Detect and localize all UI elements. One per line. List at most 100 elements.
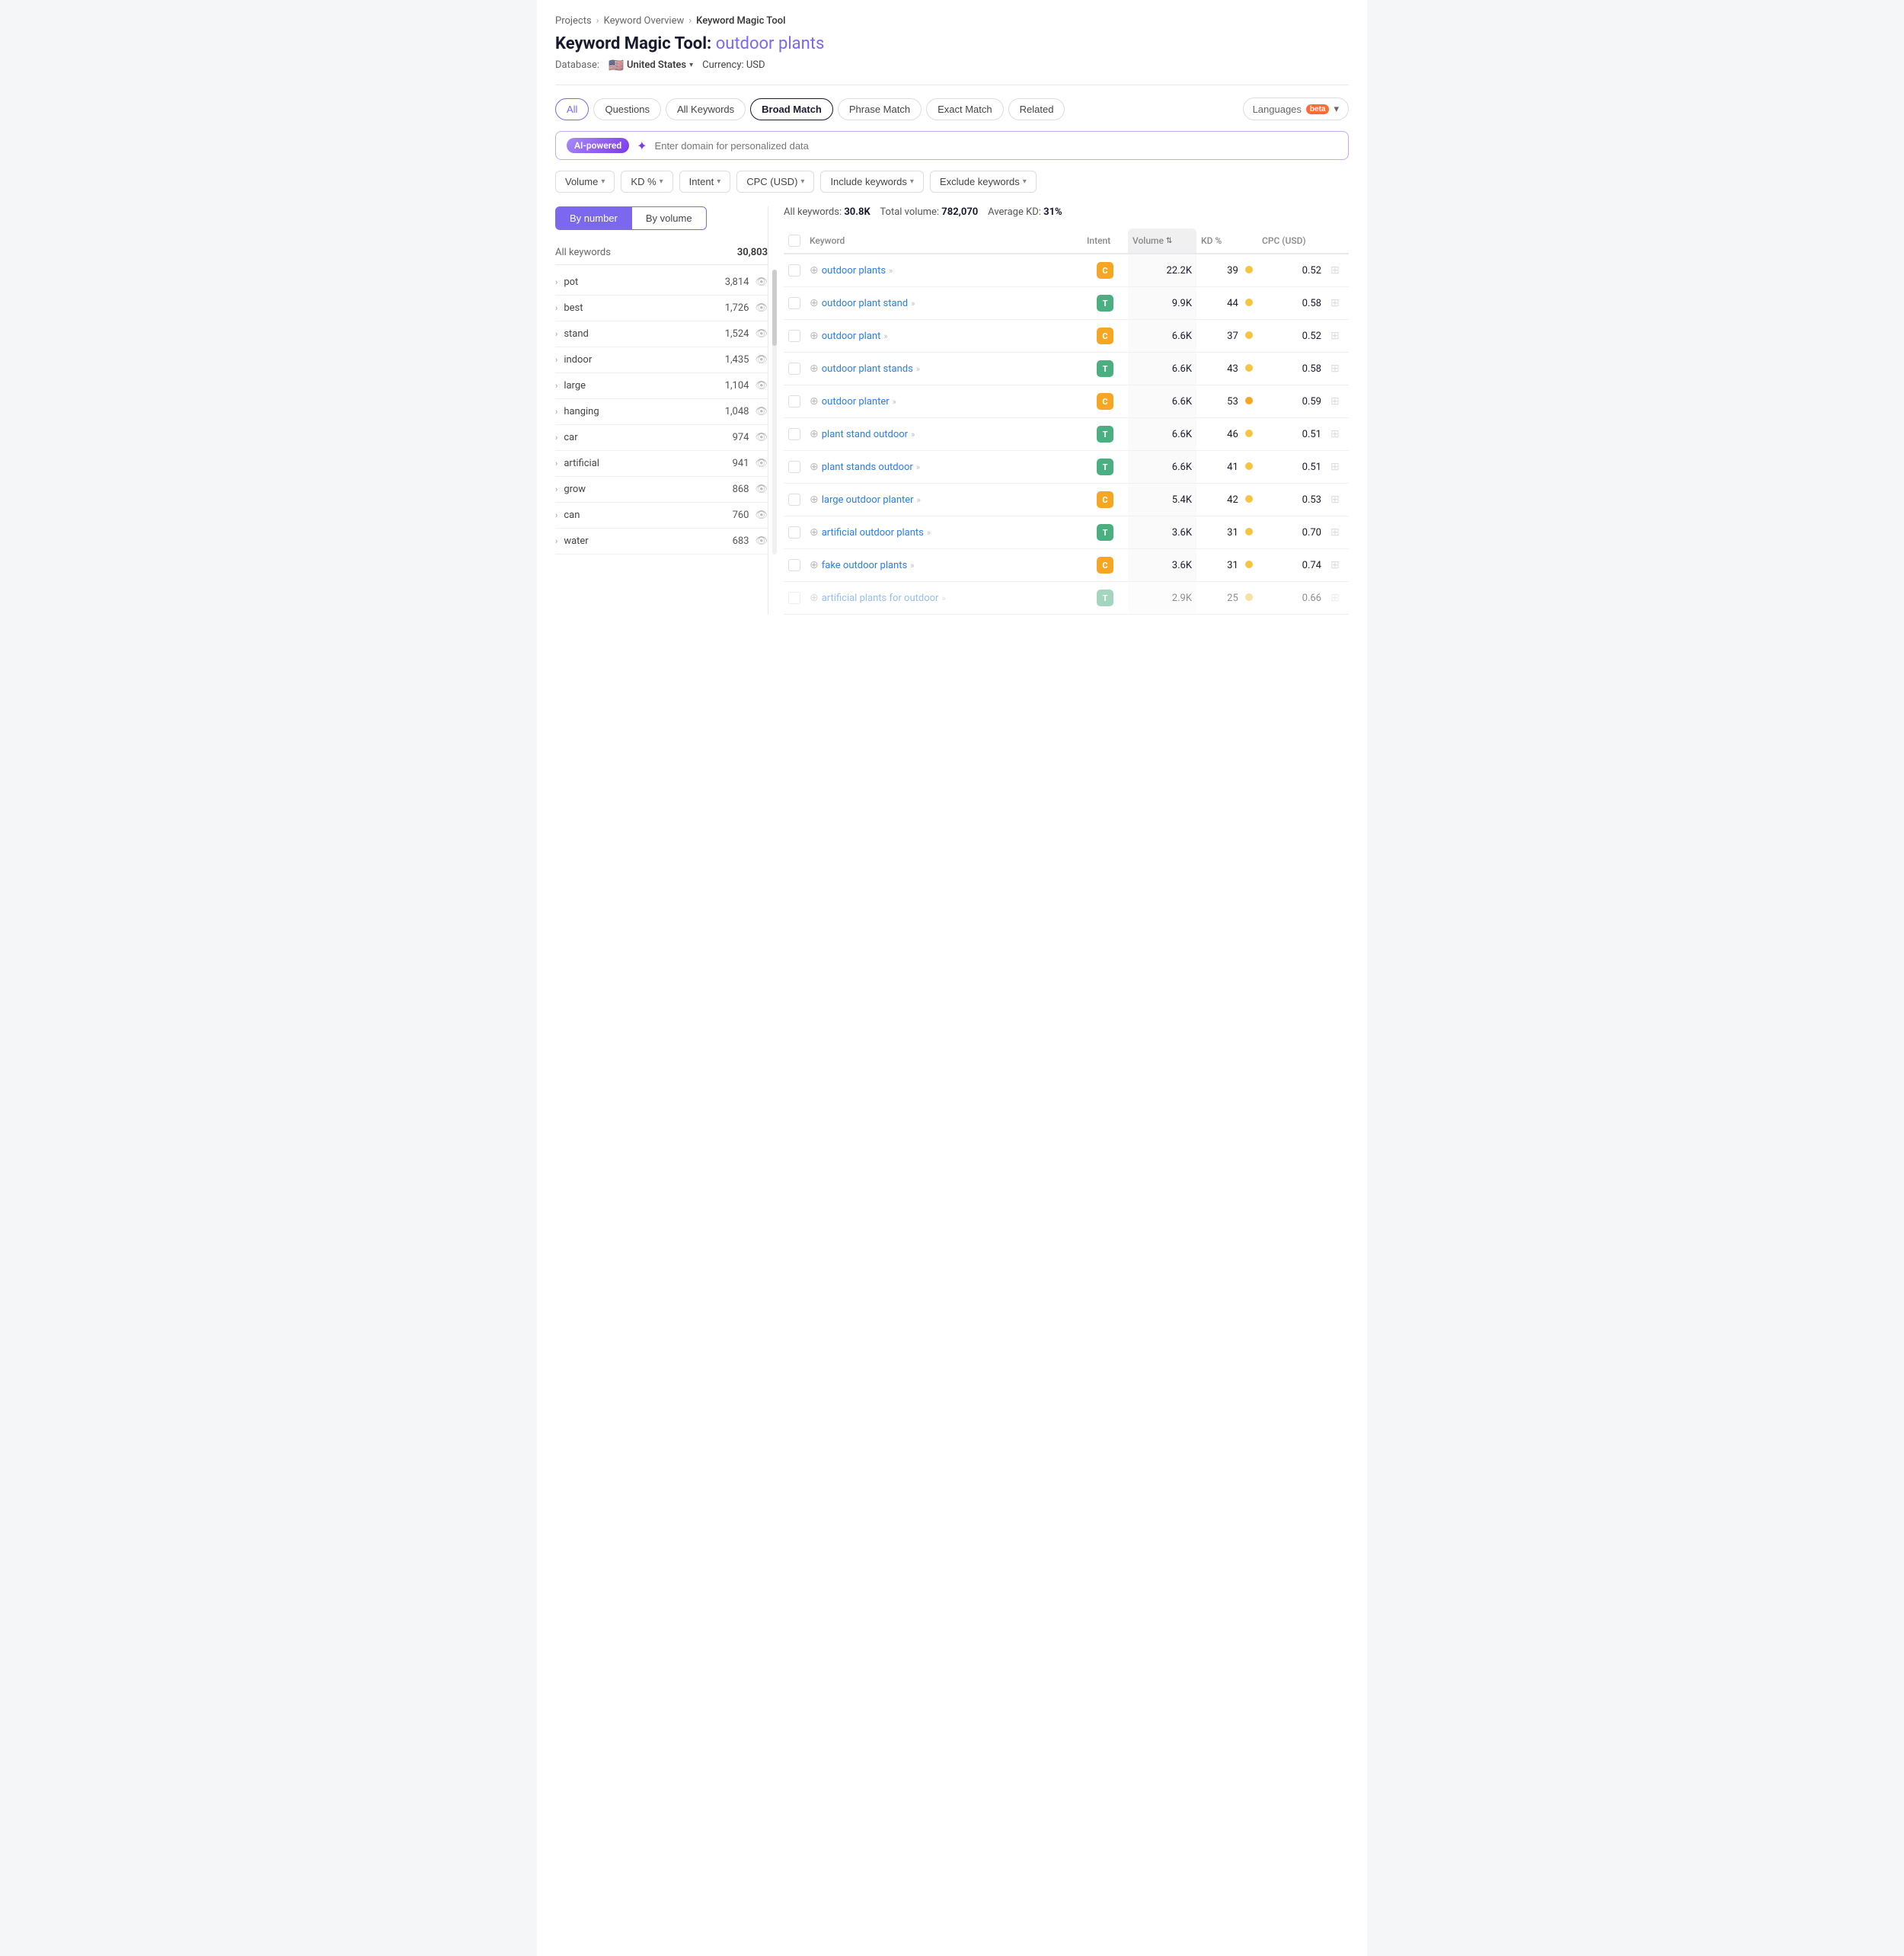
row-checkbox[interactable] [788, 264, 800, 276]
volume-cell: 6.6K [1128, 451, 1196, 484]
eye-icon[interactable]: 👁 [755, 328, 768, 340]
eye-icon[interactable]: 👁 [755, 354, 768, 366]
eye-icon[interactable]: 👁 [755, 406, 768, 417]
tab-questions[interactable]: Questions [593, 98, 661, 120]
row-action-icon[interactable]: ⊞ [1331, 592, 1340, 604]
eye-icon[interactable]: 👁 [755, 302, 768, 314]
row-action-icon[interactable]: ⊞ [1331, 559, 1340, 571]
keyword-link[interactable]: ⊕ large outdoor planter » [810, 494, 1078, 506]
filter-include-keywords[interactable]: Include keywords ▾ [820, 171, 923, 193]
sidebar-item[interactable]: › artificial 941 👁 [555, 451, 768, 477]
db-selector[interactable]: 🇺🇸 United States ▾ [609, 58, 693, 72]
eye-icon[interactable]: 👁 [755, 510, 768, 521]
intent-cell: T [1082, 582, 1128, 615]
row-action-icon[interactable]: ⊞ [1331, 461, 1340, 473]
tab-phrase-match[interactable]: Phrase Match [838, 98, 922, 120]
ai-domain-input[interactable] [655, 140, 1337, 152]
tab-related[interactable]: Related [1008, 98, 1065, 120]
row-checkbox[interactable] [788, 428, 800, 440]
eye-icon[interactable]: 👁 [755, 458, 768, 469]
keyword-link[interactable]: ⊕ outdoor plant » [810, 330, 1078, 342]
row-checkbox[interactable] [788, 461, 800, 473]
tab-all[interactable]: All [555, 98, 589, 120]
sidebar-item[interactable]: › can 760 👁 [555, 503, 768, 529]
breadcrumb-projects[interactable]: Projects [555, 15, 592, 27]
languages-button[interactable]: Languages beta ▾ [1243, 97, 1349, 120]
sidebar-item[interactable]: › large 1,104 👁 [555, 373, 768, 399]
row-checkbox[interactable] [788, 592, 800, 604]
row-action-icon[interactable]: ⊞ [1331, 494, 1340, 506]
filter-cpc[interactable]: CPC (USD) ▾ [736, 171, 814, 193]
all-keywords-value: 30.8K [844, 206, 870, 218]
eye-icon[interactable]: 👁 [755, 380, 768, 392]
row-action-icon[interactable]: ⊞ [1331, 264, 1340, 276]
sidebar-item-count: 1,104 [725, 380, 749, 392]
chevron-right-icon: › [555, 329, 557, 339]
row-checkbox[interactable] [788, 559, 800, 571]
row-action-icon[interactable]: ⊞ [1331, 363, 1340, 375]
scroll-thumb[interactable] [772, 270, 777, 346]
tab-all-keywords[interactable]: All Keywords [666, 98, 746, 120]
toggle-by-volume[interactable]: By volume [631, 206, 707, 230]
row-action-icon[interactable]: ⊞ [1331, 395, 1340, 408]
row-checkbox[interactable] [788, 526, 800, 539]
tabs-row: All Questions All Keywords Broad Match P… [555, 97, 1349, 120]
eye-icon[interactable]: 👁 [755, 432, 768, 443]
keyword-link[interactable]: ⊕ artificial plants for outdoor » [810, 592, 1078, 604]
eye-icon[interactable]: 👁 [755, 535, 768, 547]
arrow-icon: » [911, 299, 915, 308]
filter-exclude-keywords[interactable]: Exclude keywords ▾ [930, 171, 1037, 193]
select-all-checkbox[interactable] [788, 235, 800, 247]
eye-icon[interactable]: 👁 [755, 276, 768, 288]
row-checkbox[interactable] [788, 363, 800, 375]
cpc-cell: 0.52 [1257, 254, 1326, 287]
th-volume[interactable]: Volume ⇅ [1128, 229, 1196, 254]
keyword-link[interactable]: ⊕ outdoor plant stands » [810, 363, 1078, 375]
row-action-icon[interactable]: ⊞ [1331, 526, 1340, 539]
keyword-link[interactable]: ⊕ outdoor plant stand » [810, 297, 1078, 309]
sidebar-item[interactable]: › grow 868 👁 [555, 477, 768, 503]
table-row: ⊕ outdoor plant stands » T 6.6K 43 0.58 … [784, 353, 1349, 385]
sidebar-toggle: By number By volume [555, 206, 768, 230]
filter-volume[interactable]: Volume ▾ [555, 171, 615, 193]
keyword-link[interactable]: ⊕ outdoor plants » [810, 264, 1078, 276]
sidebar-item[interactable]: › best 1,726 👁 [555, 296, 768, 321]
intent-cell: C [1082, 484, 1128, 516]
sidebar-scroll-area: › pot 3,814 👁 › best 1,726 👁 › stand 1,5… [555, 270, 768, 555]
all-keywords-label: All keywords: [784, 206, 842, 218]
row-checkbox[interactable] [788, 297, 800, 309]
sidebar-item[interactable]: › indoor 1,435 👁 [555, 347, 768, 373]
row-checkbox[interactable] [788, 330, 800, 342]
row-action-icon[interactable]: ⊞ [1331, 297, 1340, 309]
keyword-link[interactable]: ⊕ artificial outdoor plants » [810, 526, 1078, 539]
sidebar-item[interactable]: › stand 1,524 👁 [555, 321, 768, 347]
keyword-link[interactable]: ⊕ plant stands outdoor » [810, 461, 1078, 473]
tab-exact-match[interactable]: Exact Match [926, 98, 1004, 120]
chevron-right-icon: › [555, 433, 557, 443]
keyword-link[interactable]: ⊕ outdoor planter » [810, 395, 1078, 408]
row-actions-cell: ⊞ [1326, 254, 1349, 287]
keyword-link[interactable]: ⊕ fake outdoor plants » [810, 559, 1078, 571]
chevron-down-icon: ▾ [1334, 103, 1339, 115]
filter-intent[interactable]: Intent ▾ [679, 171, 731, 193]
toggle-by-number[interactable]: By number [555, 206, 631, 230]
kd-cell: 39 [1196, 254, 1257, 287]
sidebar: By number By volume All keywords 30,803 … [555, 206, 768, 615]
row-action-icon[interactable]: ⊞ [1331, 330, 1340, 342]
row-action-icon[interactable]: ⊞ [1331, 428, 1340, 440]
row-checkbox[interactable] [788, 494, 800, 506]
tab-broad-match[interactable]: Broad Match [750, 98, 833, 120]
sidebar-item[interactable]: › car 974 👁 [555, 425, 768, 451]
sidebar-item[interactable]: › water 683 👁 [555, 529, 768, 555]
eye-icon[interactable]: 👁 [755, 484, 768, 495]
row-checkbox[interactable] [788, 395, 800, 408]
sidebar-header-count: 30,803 [737, 247, 768, 258]
sidebar-item[interactable]: › hanging 1,048 👁 [555, 399, 768, 425]
breadcrumb-keyword-overview[interactable]: Keyword Overview [604, 15, 685, 27]
total-volume-value: 782,070 [941, 206, 978, 218]
arrow-icon: » [927, 528, 931, 538]
keyword-link[interactable]: ⊕ plant stand outdoor » [810, 428, 1078, 440]
filter-kd[interactable]: KD % ▾ [621, 171, 672, 193]
row-actions-cell: ⊞ [1326, 418, 1349, 451]
sidebar-item[interactable]: › pot 3,814 👁 [555, 270, 768, 296]
